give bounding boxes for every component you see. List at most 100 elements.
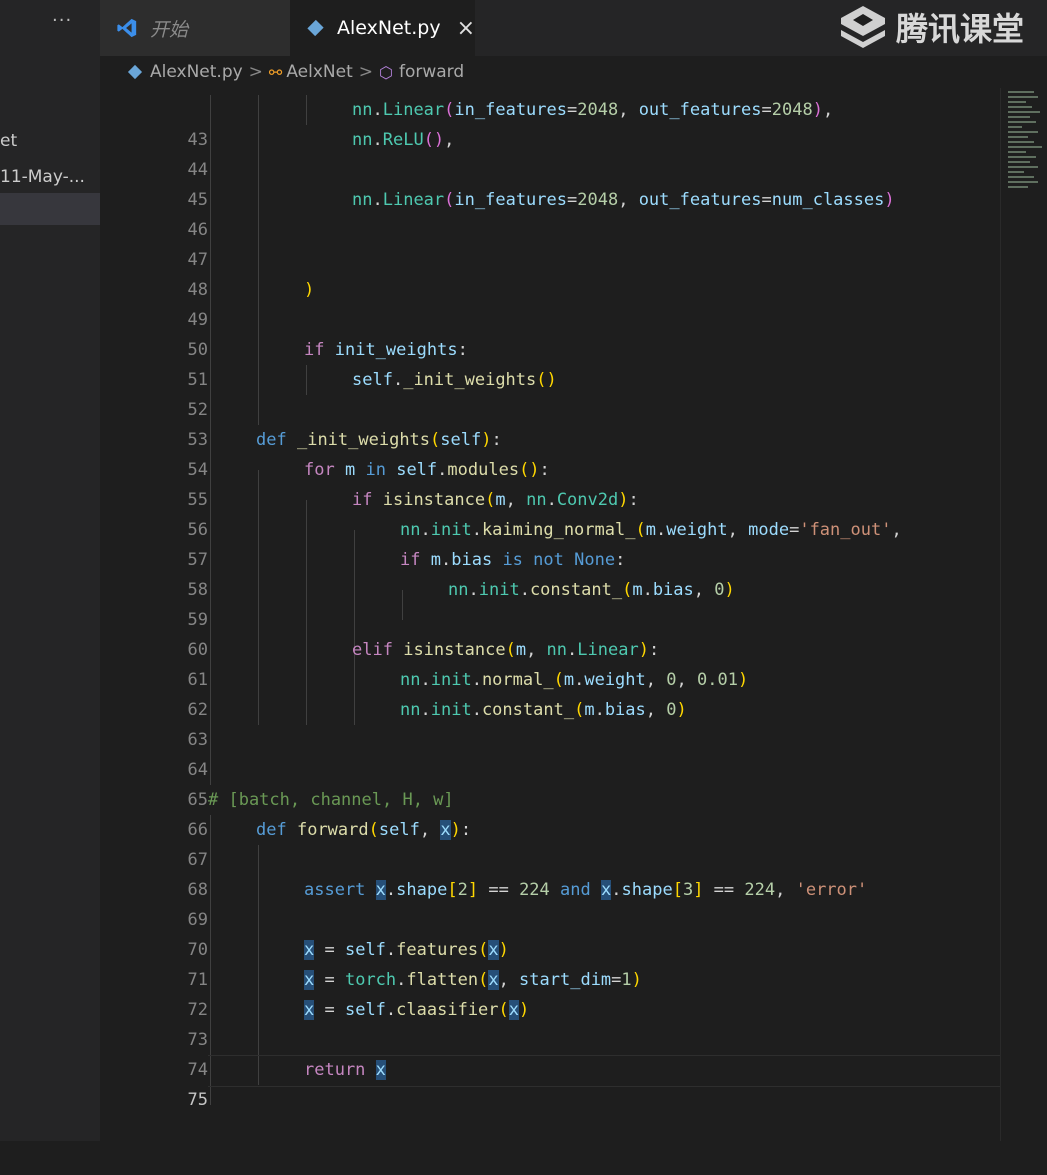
code-line: 57 nn.init.kaiming_normal_(m.weight, mod… [100,515,901,570]
class-symbol-icon: ⚯ [268,62,283,82]
code-token: if [352,490,373,510]
code-token: init [430,700,472,720]
code-line: 50 [100,305,207,360]
code-line: 47 [100,215,207,270]
code-token: None [574,550,616,570]
code-comment: # [batch, channel, H, w] [208,790,454,810]
code-token: isinstance [382,490,486,510]
indent-guide [306,95,307,125]
code-line: 48 [100,245,207,300]
minimap[interactable] [1008,88,1044,258]
code-token: 224 [744,880,776,900]
code-token-highlight: x [440,820,451,840]
code-token: num_classes [771,190,885,210]
code-token: init_weights [334,340,458,360]
code-token: self [352,370,393,390]
watermark-text: 腾讯课堂 [896,10,1025,48]
code-line: 68 [100,845,207,900]
code-line: 52 self._init_weights() [100,365,556,420]
code-token: return [304,1060,366,1080]
code-line: 58 if m.bias is not None: [100,545,625,600]
code-token: if [304,340,325,360]
code-line-active: 75 return x [100,1055,386,1110]
indent-guide [258,845,259,1085]
code-token: normal_ [481,670,554,690]
close-icon[interactable]: × [457,16,475,41]
code-token: Linear [382,190,445,210]
code-token: nn [400,700,421,720]
code-line: 59 nn.init.constant_(m.bias, 0) [100,575,734,630]
code-token: bias [451,550,493,570]
breadcrumb-class[interactable]: AelxNet [286,62,352,82]
code-token: 2048 [577,190,619,210]
indent-guide [258,470,259,725]
code-token: init [430,520,472,540]
indent-guide [306,365,307,395]
tencent-classroom-logo [841,6,885,48]
indent-guide [402,590,403,620]
explorer-item-may[interactable]: 11-May-... [0,167,100,187]
code-token-highlight: x [488,940,499,960]
code-token: nn [546,640,568,660]
code-token: modules [447,460,520,480]
code-token: nn [352,190,373,210]
code-token: claasifier [396,1000,499,1020]
code-token: assert [304,880,366,900]
tab-alexnet[interactable]: AlexNet.py × [290,0,475,56]
more-actions-icon[interactable]: ··· [52,10,72,31]
code-token: shape [621,880,673,900]
code-line: 49 ) [100,275,314,330]
code-editor[interactable]: 43 nn.Linear(in_features=2048, out_featu… [100,95,1047,1110]
code-token: out_features [638,100,762,120]
code-line: 62 nn.init.normal_(m.weight, 0, 0.01) [100,665,748,720]
breadcrumb: AlexNet.py > ⚯ AelxNet > ⬡ forward [100,56,1047,88]
code-line: 45 [100,155,207,210]
code-token: Linear [577,640,639,660]
code-token: in_features [454,190,567,210]
code-token: self [378,820,420,840]
code-line: 69 assert x.shape[2] == 224 and x.shape[… [100,875,867,930]
breadcrumb-separator: > [358,62,373,82]
python-file-icon [127,64,143,80]
breadcrumb-file[interactable]: AlexNet.py [150,62,243,82]
code-token: m [632,580,643,600]
code-token-highlight: x [304,1000,315,1020]
code-token-highlight: x [508,1000,520,1020]
breadcrumb-method[interactable]: forward [399,62,464,82]
vscode-icon [117,18,137,38]
code-line: 53 [100,395,207,450]
indent-guide [306,500,307,725]
code-token: in_features [454,100,567,120]
code-token: def [256,820,287,840]
code-token: 0 [666,700,677,720]
code-line: 73 x = self.claasifier(x) [100,995,529,1050]
code-token: is [502,550,523,570]
code-token: elif [352,640,393,660]
tab-start[interactable]: 开始 [100,0,290,56]
code-line: 74 [100,1025,207,1080]
code-token: self [396,460,438,480]
code-token: 2048 [771,100,813,120]
code-token: self [344,1000,386,1020]
code-token-highlight: x [601,880,612,900]
code-token: nn [352,100,373,120]
explorer-selected-row[interactable] [0,193,100,225]
python-file-icon [307,19,324,37]
code-token: forward [296,820,369,840]
code-line: 71 x = self.features(x) [100,935,509,990]
tab-alexnet-label: AlexNet.py [336,17,441,39]
code-token-highlight: x [375,880,386,900]
code-token: m [430,550,441,570]
code-line: 61 elif isinstance(m, nn.Linear): [100,635,659,690]
code-token: torch [344,970,397,990]
code-token: 2 [457,880,468,900]
code-token: in [365,460,386,480]
code-token: m [495,490,506,510]
code-token: init [430,670,472,690]
explorer-item-net[interactable]: et [0,131,100,151]
indent-guide [258,95,259,425]
code-line: 56 if isinstance(m, nn.Conv2d): [100,485,638,540]
code-token: if [400,550,421,570]
code-token-highlight: x [375,1060,386,1080]
code-token: weight [584,670,646,690]
